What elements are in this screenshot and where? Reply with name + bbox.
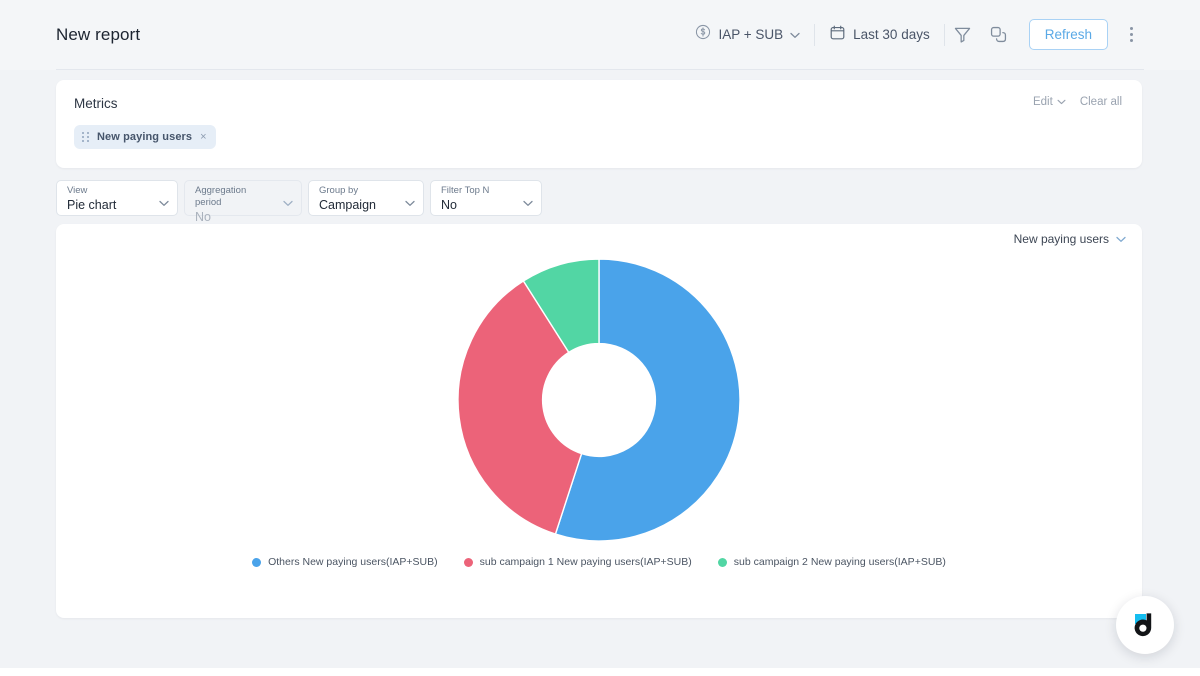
kebab-menu-icon[interactable]	[1118, 20, 1144, 50]
aggregation-period-select[interactable]: Aggregation period No	[184, 180, 302, 224]
chevron-down-icon	[1116, 232, 1126, 246]
group-by-select[interactable]: Group by Campaign	[308, 180, 424, 216]
view-select[interactable]: View Pie chart	[56, 180, 178, 216]
chevron-down-icon	[523, 194, 533, 212]
devtodev-logo-fab[interactable]	[1116, 596, 1174, 654]
chevron-down-icon	[790, 26, 800, 44]
filter-top-n-value: No	[441, 198, 457, 212]
devtodev-logo-icon	[1134, 613, 1152, 637]
metric-chip[interactable]: New paying users ×	[74, 125, 216, 149]
top-bar: New report IAP + SUB Last 30 days Refres…	[0, 0, 1200, 70]
chart-legend: Others New paying users(IAP+SUB) sub camp…	[56, 556, 1142, 568]
chart-card: New paying users Others New paying users…	[56, 224, 1142, 618]
divider	[943, 23, 945, 46]
chevron-down-icon	[283, 194, 293, 212]
legend-item[interactable]: Others New paying users(IAP+SUB)	[252, 556, 438, 568]
filter-top-n-select[interactable]: Filter Top N No	[430, 180, 542, 216]
app-filter-selector[interactable]: IAP + SUB	[681, 24, 814, 45]
metric-chip-label: New paying users	[97, 131, 193, 143]
chevron-down-icon	[159, 194, 169, 212]
chevron-down-icon	[405, 194, 415, 212]
refresh-button[interactable]: Refresh	[1028, 18, 1108, 51]
legend-color-dot	[463, 557, 473, 567]
drag-handle-icon[interactable]	[82, 132, 89, 142]
chart-controls: View Pie chart Aggregation period No Gro…	[56, 180, 542, 224]
date-range-selector[interactable]: Last 30 days	[815, 24, 944, 46]
chart-metric-label: New paying users	[1013, 232, 1109, 246]
donut-chart-svg[interactable]	[454, 255, 744, 545]
calendar-icon	[829, 24, 846, 46]
bottom-strip	[0, 668, 1200, 676]
page-title: New report	[56, 24, 141, 44]
legend-label: Others New paying users(IAP+SUB)	[268, 556, 438, 568]
legend-color-dot	[252, 557, 262, 567]
app-filter-label: IAP + SUB	[718, 27, 784, 42]
metrics-edit-button[interactable]: Edit	[1033, 96, 1066, 108]
legend-item[interactable]: sub campaign 2 New paying users(IAP+SUB)	[717, 556, 946, 568]
view-select-value: Pie chart	[67, 198, 117, 212]
legend-item[interactable]: sub campaign 1 New paying users(IAP+SUB)	[463, 556, 692, 568]
chevron-down-icon	[1057, 96, 1066, 108]
metrics-edit-label: Edit	[1032, 96, 1053, 108]
top-bar-actions: IAP + SUB Last 30 days Refresh	[681, 18, 1144, 51]
legend-label: sub campaign 2 New paying users(IAP+SUB)	[733, 556, 946, 568]
donut-chart	[56, 250, 1142, 550]
funnel-icon[interactable]	[948, 20, 978, 50]
group-by-label: Group by	[319, 185, 359, 196]
chart-metric-selector[interactable]: New paying users	[1014, 232, 1126, 246]
group-by-value: Campaign	[319, 198, 376, 212]
date-range-label: Last 30 days	[853, 27, 930, 42]
legend-color-dot	[717, 557, 727, 567]
metrics-clear-all-button[interactable]: Clear all	[1080, 96, 1122, 108]
metrics-title: Metrics	[74, 96, 118, 111]
report-page: New report IAP + SUB Last 30 days Refres…	[0, 0, 1200, 676]
close-icon[interactable]: ×	[200, 131, 206, 143]
compare-squares-icon[interactable]	[984, 20, 1014, 50]
dollar-circle-icon	[695, 24, 711, 45]
aggregation-period-label: Aggregation period	[195, 185, 247, 208]
filter-top-n-label: Filter Top N	[441, 185, 490, 196]
metrics-chip-list: New paying users ×	[56, 111, 1142, 149]
view-select-label: View	[67, 185, 88, 196]
aggregation-period-value: No	[195, 210, 211, 224]
metrics-card: Metrics Edit Clear all New paying users …	[56, 80, 1142, 168]
legend-label: sub campaign 1 New paying users(IAP+SUB)	[479, 556, 692, 568]
